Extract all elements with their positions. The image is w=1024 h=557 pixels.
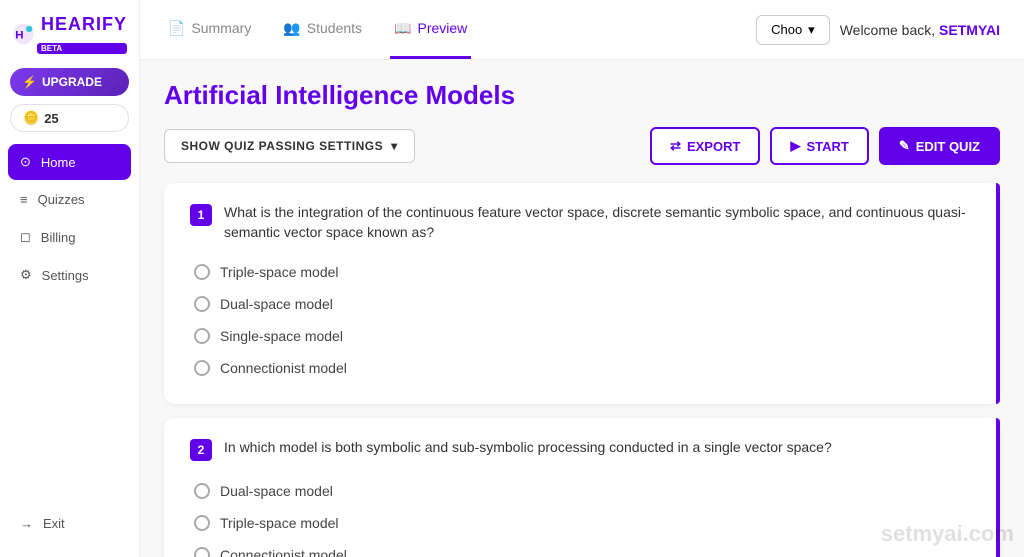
answer-option-q1a[interactable]: Triple-space model (190, 256, 978, 288)
svg-text:H: H (15, 29, 23, 41)
quiz-settings-button[interactable]: SHOW QUIZ PASSING SETTINGS ▾ (164, 129, 415, 163)
logo-text: HEARIFY (41, 14, 127, 34)
billing-label: Billing (41, 230, 76, 245)
answer-option-q1b[interactable]: Dual-space model (190, 288, 978, 320)
tab-students-label: Students (307, 20, 362, 36)
answer-label-q2a: Dual-space model (220, 483, 333, 499)
question-text-1: What is the integration of the continuou… (224, 203, 978, 242)
question-card-1: 1 What is the integration of the continu… (164, 183, 1000, 404)
sidebar-item-home[interactable]: ⊙ Home (8, 144, 131, 180)
radio-q1c[interactable] (194, 328, 210, 344)
start-button[interactable]: ▶ START (770, 127, 868, 165)
preview-icon: 📖 (394, 20, 411, 37)
edit-label: EDIT QUIZ (916, 139, 980, 154)
answer-option-q1c[interactable]: Single-space model (190, 320, 978, 352)
radio-q1d[interactable] (194, 360, 210, 376)
welcome-text: Welcome back, SETMYAI (840, 22, 1000, 38)
export-button[interactable]: ⇄ EXPORT (650, 127, 760, 165)
coins-count: 25 (44, 111, 58, 126)
radio-q2a[interactable] (194, 483, 210, 499)
header: 📄 Summary 👥 Students 📖 Preview Choo ▾ We… (140, 0, 1024, 60)
answer-option-q2b[interactable]: Triple-space model (190, 507, 978, 539)
toolbar: SHOW QUIZ PASSING SETTINGS ▾ ⇄ EXPORT ▶ … (164, 127, 1000, 165)
choose-button[interactable]: Choo ▾ (756, 15, 830, 45)
username-text: SETMYAI (939, 22, 1000, 38)
page-title: Artificial Intelligence Models (164, 80, 1000, 111)
coins-display[interactable]: 🪙 25 (10, 104, 129, 132)
export-icon: ⇄ (670, 138, 681, 154)
export-label: EXPORT (687, 139, 740, 154)
sidebar-item-billing[interactable]: ◻ Billing (8, 219, 131, 255)
tab-summary[interactable]: 📄 Summary (164, 0, 255, 59)
start-label: START (806, 139, 848, 154)
quizzes-label: Quizzes (38, 192, 85, 207)
sidebar-item-exit[interactable]: → Exit (8, 506, 131, 541)
logo-area: H HEARIFY BETA (0, 0, 139, 64)
choose-text: Choo (771, 22, 802, 37)
exit-label: Exit (43, 516, 65, 531)
answer-label-q1c: Single-space model (220, 328, 343, 344)
question-header-2: 2 In which model is both symbolic and su… (190, 438, 978, 461)
sidebar-item-quizzes[interactable]: ≡ Quizzes (8, 182, 131, 217)
home-icon: ⊙ (20, 154, 31, 170)
tab-summary-label: Summary (191, 20, 251, 36)
edit-quiz-button[interactable]: ✎ EDIT QUIZ (879, 127, 1000, 165)
radio-q2c[interactable] (194, 547, 210, 557)
answer-label-q1b: Dual-space model (220, 296, 333, 312)
coin-icon: 🪙 (23, 110, 39, 126)
question-number-1: 1 (190, 204, 212, 226)
tab-students[interactable]: 👥 Students (279, 0, 366, 59)
lightning-icon: ⚡ (22, 75, 37, 89)
question-text-2: In which model is both symbolic and sub-… (224, 438, 832, 458)
main-area: 📄 Summary 👥 Students 📖 Preview Choo ▾ We… (140, 0, 1024, 557)
question-card-2: 2 In which model is both symbolic and su… (164, 418, 1000, 557)
toolbar-actions: ⇄ EXPORT ▶ START ✎ EDIT QUIZ (650, 127, 1000, 165)
settings-icon: ⚙ (20, 267, 32, 283)
upgrade-button[interactable]: ⚡ UPGRADE (10, 68, 129, 96)
radio-q1b[interactable] (194, 296, 210, 312)
answer-option-q2a[interactable]: Dual-space model (190, 475, 978, 507)
chevron-down-icon: ▾ (808, 22, 815, 38)
settings-label: Settings (42, 268, 89, 283)
billing-icon: ◻ (20, 229, 31, 245)
header-tabs: 📄 Summary 👥 Students 📖 Preview (164, 0, 471, 59)
sidebar-nav: ⊙ Home ≡ Quizzes ◻ Billing ⚙ Settings (0, 144, 139, 506)
header-right: Choo ▾ Welcome back, SETMYAI (756, 15, 1000, 45)
radio-q1a[interactable] (194, 264, 210, 280)
summary-icon: 📄 (168, 20, 185, 37)
sidebar-item-settings[interactable]: ⚙ Settings (8, 257, 131, 293)
beta-badge: BETA (37, 43, 127, 54)
answer-label-q2c: Connectionist model (220, 547, 347, 557)
answer-label-q2b: Triple-space model (220, 515, 339, 531)
home-label: Home (41, 155, 76, 170)
content-area: Artificial Intelligence Models SHOW QUIZ… (140, 60, 1024, 557)
play-icon: ▶ (790, 138, 800, 154)
tab-preview[interactable]: 📖 Preview (390, 0, 471, 59)
question-number-2: 2 (190, 439, 212, 461)
tab-preview-label: Preview (417, 20, 467, 36)
radio-q2b[interactable] (194, 515, 210, 531)
hearify-logo-icon: H (12, 18, 35, 50)
quiz-settings-label: SHOW QUIZ PASSING SETTINGS (181, 139, 383, 153)
pencil-icon: ✎ (899, 138, 910, 154)
quizzes-icon: ≡ (20, 192, 28, 207)
answer-option-q2c[interactable]: Connectionist model (190, 539, 978, 557)
answer-label-q1d: Connectionist model (220, 360, 347, 376)
chevron-down-icon: ▾ (391, 139, 398, 153)
exit-icon: → (20, 516, 33, 531)
question-header-1: 1 What is the integration of the continu… (190, 203, 978, 242)
sidebar-bottom: → Exit (0, 506, 139, 557)
answer-label-q1a: Triple-space model (220, 264, 339, 280)
sidebar: H HEARIFY BETA ⚡ UPGRADE 🪙 25 ⊙ Home ≡ Q… (0, 0, 140, 557)
students-icon: 👥 (283, 20, 300, 37)
answer-option-q1d[interactable]: Connectionist model (190, 352, 978, 384)
upgrade-label: UPGRADE (42, 75, 102, 89)
